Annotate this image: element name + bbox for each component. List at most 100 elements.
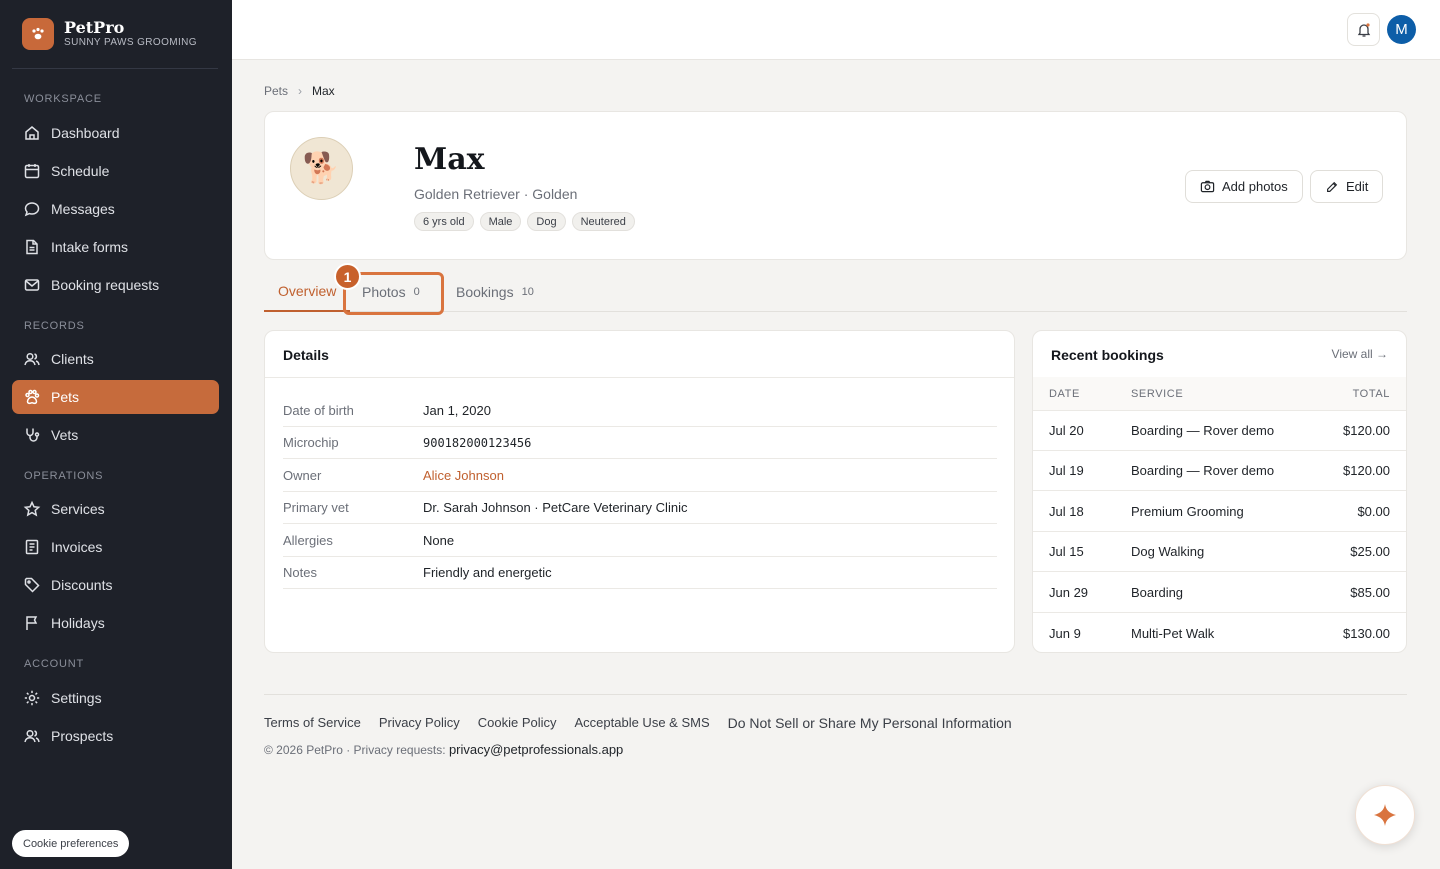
sidebar-item-discounts[interactable]: Discounts bbox=[12, 568, 219, 602]
table-row[interactable]: Jun 9 Multi-Pet Walk $130.00 bbox=[1033, 613, 1406, 652]
user-avatar[interactable]: M bbox=[1387, 15, 1416, 44]
divider bbox=[265, 377, 1014, 378]
sidebar-item-invoices[interactable]: Invoices bbox=[12, 530, 219, 564]
sidebar-item-settings[interactable]: Settings bbox=[12, 681, 219, 715]
copyright-text: © 2026 PetPro · Privacy requests: bbox=[264, 743, 446, 757]
sidebar-item-dashboard[interactable]: Dashboard bbox=[12, 116, 219, 150]
booking-service: Boarding bbox=[1131, 585, 1184, 600]
booking-service: Premium Grooming bbox=[1131, 504, 1244, 519]
brand-subtitle: SUNNY PAWS GROOMING bbox=[64, 37, 197, 48]
notifications-button[interactable] bbox=[1347, 13, 1380, 46]
section-workspace: WORKSPACE bbox=[24, 93, 102, 105]
flag-icon bbox=[26, 616, 38, 630]
tab-count: 10 bbox=[521, 286, 534, 298]
privacy-link[interactable]: Privacy Policy bbox=[379, 715, 460, 731]
sidebar-item-clients[interactable]: Clients bbox=[12, 342, 219, 376]
detail-value: 900182000123456 bbox=[423, 435, 532, 450]
sidebar: PetPro SUNNY PAWS GROOMING WORKSPACE Das… bbox=[0, 0, 232, 869]
booking-service: Dog Walking bbox=[1131, 544, 1205, 559]
sidebar-item-label: Schedule bbox=[51, 163, 110, 179]
booking-service: Boarding — Rover demo bbox=[1131, 463, 1275, 478]
booking-total: $0.00 bbox=[1357, 504, 1390, 519]
sidebar-item-label: Holidays bbox=[51, 615, 105, 631]
column-header-date: DATE bbox=[1049, 387, 1080, 400]
detail-row-dob: Date of birth Jan 1, 2020 bbox=[283, 395, 997, 427]
column-header-total: TOTAL bbox=[1352, 387, 1390, 400]
sidebar-item-label: Prospects bbox=[51, 728, 114, 744]
sidebar-item-label: Messages bbox=[51, 201, 115, 217]
acceptable-use-link[interactable]: Acceptable Use & SMS bbox=[575, 715, 710, 731]
brand[interactable]: PetPro SUNNY PAWS GROOMING bbox=[12, 0, 218, 69]
sidebar-item-label: Clients bbox=[51, 351, 94, 367]
detail-row-notes: Notes Friendly and energetic bbox=[283, 557, 997, 589]
detail-label: Allergies bbox=[283, 533, 333, 548]
stethoscope-icon bbox=[26, 428, 40, 442]
tab-bookings[interactable]: Bookings 10 bbox=[442, 272, 548, 312]
sidebar-item-schedule[interactable]: Schedule bbox=[12, 154, 219, 188]
assistant-button[interactable] bbox=[1355, 785, 1415, 845]
table-row[interactable]: Jun 29 Boarding $85.00 bbox=[1033, 573, 1406, 613]
booking-date: Jul 15 bbox=[1049, 544, 1084, 559]
sidebar-item-label: Pets bbox=[51, 389, 80, 405]
section-records: RECORDS bbox=[24, 320, 85, 332]
details-card: Details Date of birth Jan 1, 2020 Microc… bbox=[264, 330, 1015, 653]
table-row[interactable]: Jul 19 Boarding — Rover demo $120.00 bbox=[1033, 451, 1406, 491]
sidebar-item-label: Discounts bbox=[51, 577, 113, 593]
breadcrumb: Pets › Max bbox=[264, 84, 335, 98]
view-all-link[interactable]: View all → bbox=[1332, 347, 1388, 361]
detail-value: Dr. Sarah Johnson · PetCare Veterinary C… bbox=[423, 500, 688, 515]
sparkle-icon bbox=[1374, 804, 1396, 826]
column-header-service: SERVICE bbox=[1131, 387, 1184, 400]
do-not-sell-link[interactable]: Do Not Sell or Share My Personal Informa… bbox=[728, 715, 1012, 731]
users-icon bbox=[24, 729, 40, 743]
tag-age: 6 yrs old bbox=[414, 212, 474, 231]
pet-header-card: 🐕 Max Golden Retriever · Golden 6 yrs ol… bbox=[264, 111, 1407, 260]
table-row[interactable]: Jul 15 Dog Walking $25.00 bbox=[1033, 532, 1406, 572]
section-operations: OPERATIONS bbox=[24, 470, 104, 482]
booking-date: Jul 19 bbox=[1049, 463, 1084, 478]
detail-row-allergies: Allergies None bbox=[283, 525, 997, 557]
booking-total: $85.00 bbox=[1350, 585, 1390, 600]
sidebar-item-services[interactable]: Services bbox=[12, 492, 219, 526]
booking-date: Jul 18 bbox=[1049, 504, 1084, 519]
calendar-icon bbox=[24, 164, 40, 179]
detail-label: Date of birth bbox=[283, 403, 354, 418]
owner-link[interactable]: Alice Johnson bbox=[423, 468, 504, 483]
table-row[interactable]: Jul 18 Premium Grooming $0.00 bbox=[1033, 492, 1406, 532]
sidebar-item-pets[interactable]: Pets bbox=[12, 380, 219, 414]
booking-total: $25.00 bbox=[1350, 544, 1390, 559]
mail-icon bbox=[24, 279, 40, 291]
brand-name: PetPro bbox=[64, 18, 125, 37]
breadcrumb-pets-link[interactable]: Pets bbox=[264, 84, 288, 98]
table-row[interactable]: Jul 20 Boarding — Rover demo $120.00 bbox=[1033, 411, 1406, 451]
add-photos-button[interactable]: Add photos bbox=[1185, 170, 1303, 203]
recent-bookings-title: Recent bookings bbox=[1051, 347, 1164, 363]
privacy-email-link[interactable]: privacy@petprofessionals.app bbox=[449, 742, 623, 757]
gear-icon bbox=[24, 690, 40, 706]
cookie-preferences-button[interactable]: Cookie preferences bbox=[12, 830, 130, 857]
chevron-right-icon: › bbox=[298, 84, 303, 98]
pet-avatar: 🐕 bbox=[290, 137, 353, 200]
sidebar-item-intake-forms[interactable]: Intake forms bbox=[12, 230, 219, 264]
detail-value: Jan 1, 2020 bbox=[423, 403, 491, 418]
tag-sex: Male bbox=[479, 212, 522, 231]
paw-icon bbox=[25, 389, 40, 405]
booking-date: Jul 20 bbox=[1049, 423, 1084, 438]
star-icon bbox=[23, 500, 41, 517]
pet-name: Max bbox=[414, 142, 485, 177]
edit-button[interactable]: Edit bbox=[1310, 170, 1384, 203]
tab-label: Overview bbox=[278, 283, 337, 299]
sidebar-item-label: Booking requests bbox=[51, 277, 160, 293]
sidebar-item-booking-requests[interactable]: Booking requests bbox=[12, 268, 219, 302]
users-icon bbox=[24, 352, 40, 366]
detail-label: Notes bbox=[283, 565, 317, 580]
detail-row-owner: Owner Alice Johnson bbox=[283, 460, 997, 492]
terms-link[interactable]: Terms of Service bbox=[264, 715, 361, 731]
sidebar-item-holidays[interactable]: Holidays bbox=[12, 606, 219, 640]
cookie-policy-link[interactable]: Cookie Policy bbox=[478, 715, 557, 731]
sidebar-item-messages[interactable]: Messages bbox=[12, 192, 219, 226]
document-icon bbox=[26, 239, 38, 255]
pet-tags: 6 yrs old Male Dog Neutered bbox=[414, 212, 635, 231]
sidebar-item-prospects[interactable]: Prospects bbox=[12, 719, 219, 753]
sidebar-item-vets[interactable]: Vets bbox=[12, 418, 219, 452]
